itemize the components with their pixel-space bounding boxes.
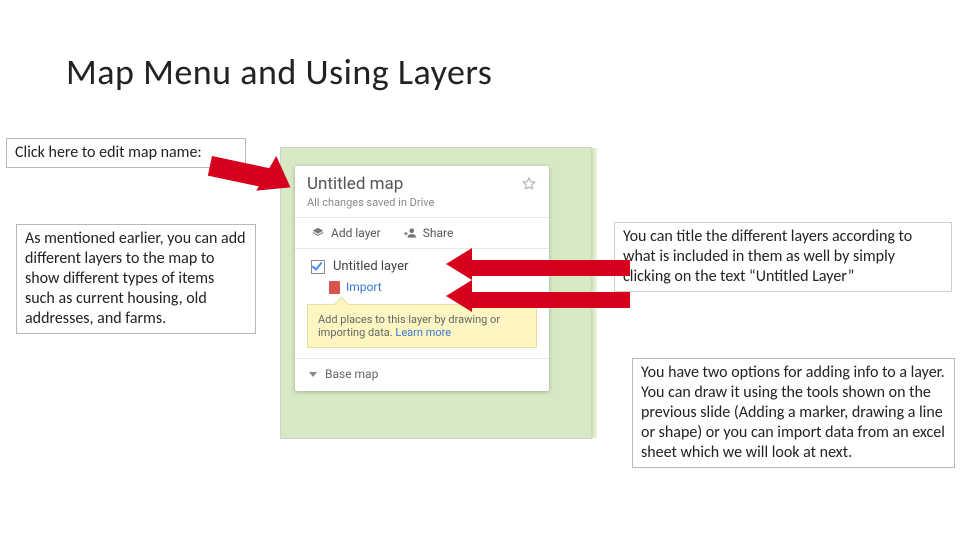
map-title[interactable]: Untitled map [307,174,403,194]
layer-hint: Add places to this layer by drawing or i… [307,304,537,348]
slide-title: Map Menu and Using Layers [66,50,492,94]
map-panel: Untitled map All changes saved in Drive … [295,166,549,391]
saved-status: All changes saved in Drive [295,196,549,217]
layer-name[interactable]: Untitled layer [333,259,408,274]
layer-visibility-checkbox[interactable] [311,260,325,274]
person-plus-icon [403,226,417,240]
file-icon [329,281,340,294]
learn-more-link[interactable]: Learn more [395,326,451,339]
share-label: Share [423,226,454,240]
callout-add-info: You have two options for adding info to … [632,358,955,468]
callout-add-layers: As mentioned earlier, you can add differ… [16,224,256,334]
callout-layer-title: You can title the different layers accor… [614,222,952,292]
add-layer-button[interactable]: Add layer [311,226,381,240]
layers-icon [311,226,325,240]
chevron-down-icon [309,372,317,377]
share-button[interactable]: Share [403,226,454,240]
star-icon[interactable] [521,176,537,192]
import-label: Import [346,280,382,294]
add-layer-label: Add layer [331,226,381,240]
base-map-label: Base map [325,367,378,381]
base-map-row[interactable]: Base map [295,359,549,391]
